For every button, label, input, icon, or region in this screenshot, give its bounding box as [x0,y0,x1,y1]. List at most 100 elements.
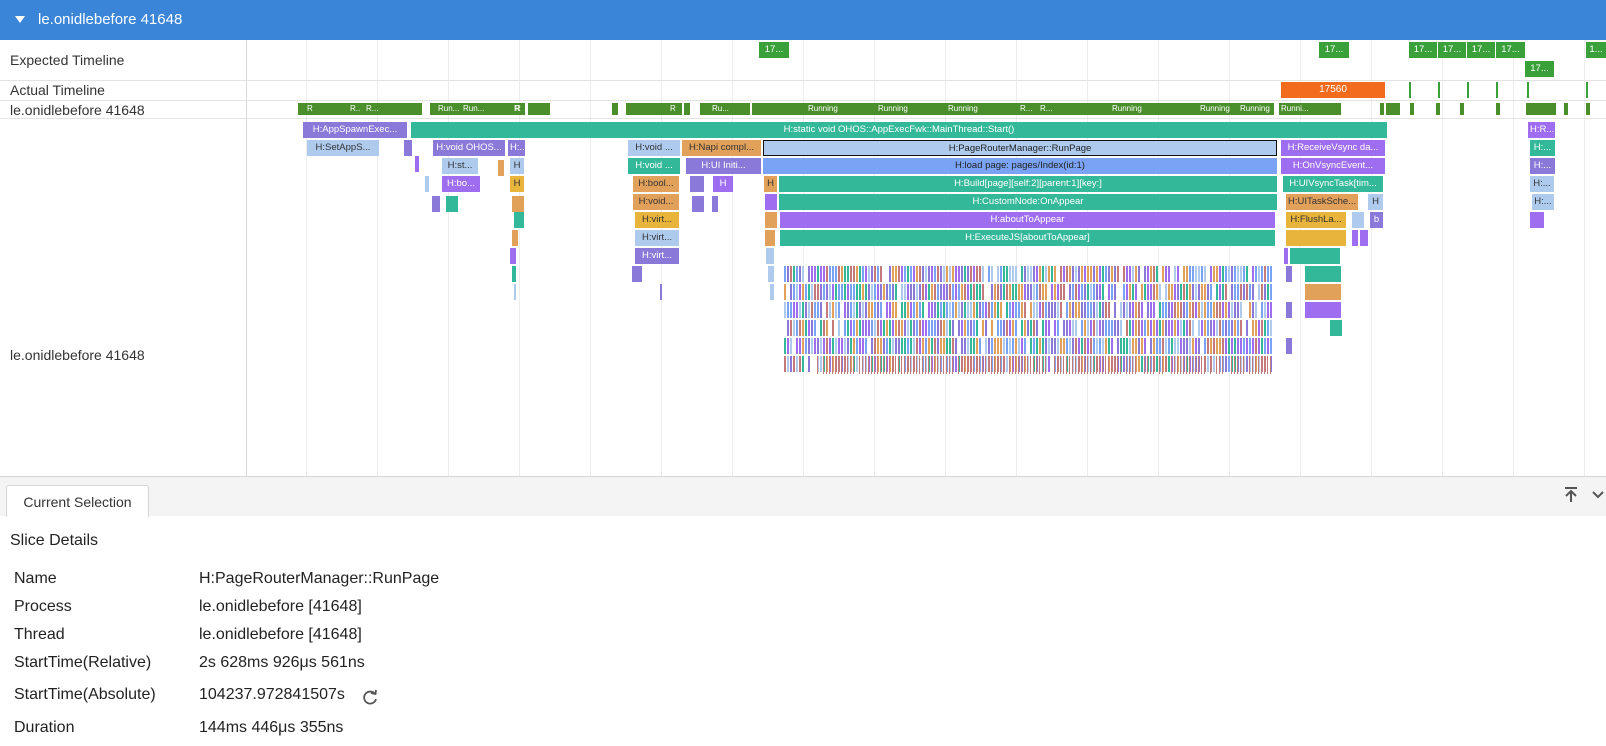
slice[interactable]: H:ExecuteJS[aboutToAppear] [780,230,1275,246]
slice[interactable]: H:... [1530,158,1555,174]
slice[interactable]: H:void ... [628,158,680,174]
detail-key: Process [14,598,72,615]
slice[interactable]: H:load page: pages/Index(id:1) [763,158,1277,174]
thread-state-segment[interactable] [1386,103,1400,115]
slice[interactable]: H:CustomNode:OnAppear [779,194,1277,210]
thread-state-label: Running [948,104,978,113]
thread-state-segment[interactable] [1436,103,1440,115]
slice[interactable]: H [713,176,733,192]
thread-state-segment[interactable] [1526,103,1556,115]
thread-state-segment[interactable] [1586,103,1590,115]
slice[interactable]: H:UIVsyncTask[tim... [1283,176,1383,192]
thread-state-label: R... [1040,104,1053,113]
slice[interactable]: H:virt... [635,212,679,228]
slice[interactable]: H [510,176,524,192]
thread-state-segment[interactable] [1496,103,1500,115]
slice[interactable]: H:Build[page][self:2][parent:1][key:] [779,176,1277,192]
detail-value: le.onidlebefore [41648] [199,598,362,615]
grid-line [1584,40,1585,476]
slice[interactable]: H:... [1530,176,1554,192]
thread-state-segment[interactable] [1410,103,1414,115]
detail-value: 2s 628ms 926μs 561ns [199,654,365,671]
expected-frame[interactable]: 17... [1525,61,1554,77]
thread-state-label: Runni... [1281,104,1309,113]
expected-frame[interactable]: 17... [1496,42,1525,58]
thread-state-label: Running [878,104,908,113]
slice[interactable]: H:void OHOS... [433,140,505,156]
detail-value: 104237.972841507s [199,686,345,703]
slice[interactable]: H:bool... [633,176,679,192]
thread-state-segment[interactable] [684,103,690,115]
refresh-icon[interactable] [361,688,379,711]
actual-frame-tick [1409,82,1411,98]
expected-frame[interactable]: 17... [1319,42,1349,58]
thread-state-segment[interactable] [1460,103,1464,115]
actual-frame-tick [1496,82,1498,98]
slice[interactable]: H:OnVsyncEvent... [1281,158,1385,174]
slice[interactable]: H:ReceiveVsync da... [1281,140,1385,156]
thread-state-label: R... [1020,104,1033,113]
slice[interactable]: H [510,158,524,174]
expected-frame[interactable]: 17... [1438,42,1466,58]
slice[interactable]: H:Napi compl... [682,140,761,156]
slice[interactable]: H:... [1530,140,1555,156]
detail-value: 144ms 446μs 355ns [199,719,344,736]
thread-state-label: R [1346,104,1352,113]
slice[interactable]: H:UITaskSche... [1286,194,1358,210]
thread-state-label: R [1359,104,1365,113]
actual-frame-tick [1438,82,1440,98]
thread-state-segment[interactable] [612,103,618,115]
slice[interactable]: H:... [1532,194,1554,210]
actual-frame[interactable]: 17560 [1281,82,1385,98]
row-divider [0,80,1606,81]
expected-frame[interactable]: 17... [1409,42,1437,58]
thread-state-segment[interactable] [1380,103,1384,115]
slice[interactable]: H:aboutToAppear [780,212,1275,228]
thread-state-segment[interactable] [528,103,550,115]
grid-line [590,40,591,476]
grid-line [1442,40,1443,476]
chevron-down-icon[interactable] [1591,486,1605,509]
thread-state-segment[interactable] [1564,103,1568,115]
expected-frame[interactable]: 17... [1467,42,1495,58]
slice[interactable]: H:void... [633,194,679,210]
slice[interactable]: H:virt... [635,230,679,246]
actual-timeline-label: Actual Timeline [10,82,105,98]
slice[interactable]: H:st... [442,158,478,174]
detail-key: Duration [14,719,75,736]
detail-value: le.onidlebefore [41648] [199,626,362,643]
expected-frame[interactable]: 1... [1586,42,1606,58]
thread-state-label: Running [1200,104,1230,113]
slice[interactable]: H:... [508,140,525,156]
tab-current-selection[interactable]: Current Selection [6,485,149,517]
actual-frame-tick [1467,82,1469,98]
actual-frame-tick [1586,82,1588,98]
expected-frame[interactable]: 17... [759,42,789,58]
actual-frame-tick [1527,82,1529,98]
slice[interactable]: H:virt... [635,248,679,264]
slice[interactable]: H:SetAppS... [307,140,379,156]
label-divider [246,40,247,476]
trace-tracks[interactable]: Expected Timeline Actual Timeline le.oni… [0,0,1606,480]
detail-key: Name [14,570,57,587]
slice[interactable]: b [1370,212,1383,228]
slice[interactable]: H:FlushLa... [1286,212,1346,228]
slice[interactable]: H:UI Initi... [686,158,761,174]
slice[interactable]: H:AppSpawnExec... [303,122,407,138]
slice[interactable]: H [764,176,777,192]
slice[interactable]: H:R... [1528,122,1555,138]
selected-slice[interactable]: H:PageRouterManager::RunPage [763,140,1277,156]
slice-details-title: Slice Details [10,532,99,549]
detail-value: H:PageRouterManager::RunPage [199,570,440,587]
thread-state-label: R.. [350,104,361,113]
slice[interactable]: H:void ... [628,140,680,156]
row-divider [0,100,1606,101]
slice[interactable]: H:bo... [442,176,480,192]
thread-state-label: Running [808,104,838,113]
slice[interactable]: H [1368,194,1383,210]
slice[interactable]: H:static void OHOS::AppExecFwk::MainThre… [411,122,1387,138]
thread-state-label: R... [366,104,379,113]
row-divider [0,118,1606,119]
pin-top-icon[interactable] [1563,486,1579,509]
detail-key: Thread [14,626,65,643]
